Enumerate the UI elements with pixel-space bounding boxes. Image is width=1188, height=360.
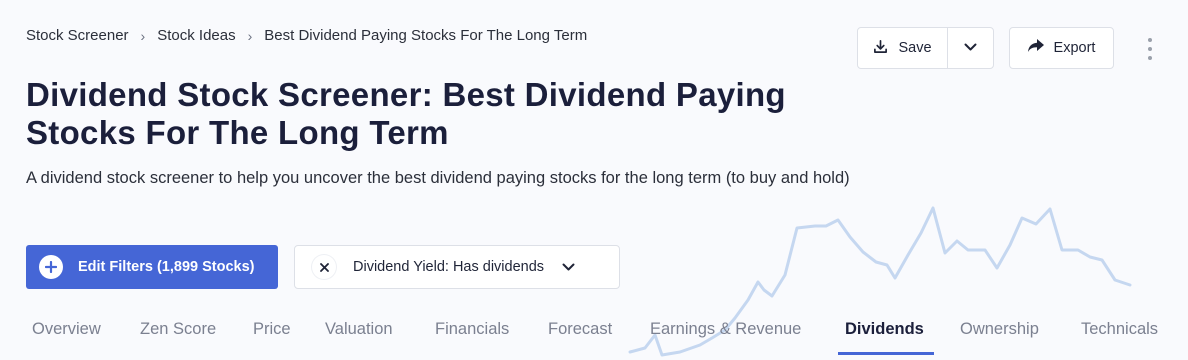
- save-button-label: Save: [898, 40, 932, 56]
- tab-zen-score[interactable]: Zen Score: [140, 320, 216, 339]
- tab-ownership[interactable]: Ownership: [960, 320, 1039, 339]
- tab-bar: Overview Zen Score Price Valuation Finan…: [0, 312, 1188, 360]
- share-arrow-icon: [1027, 39, 1044, 57]
- breadcrumb-separator: ›: [140, 27, 146, 44]
- breadcrumb-item-current: Best Dividend Paying Stocks For The Long…: [264, 27, 588, 44]
- kebab-menu-icon[interactable]: [1140, 38, 1160, 60]
- tab-overview[interactable]: Overview: [32, 320, 101, 339]
- page-title: Dividend Stock Screener: Best Dividend P…: [26, 76, 786, 151]
- edit-filters-label: Edit Filters (1,899 Stocks): [78, 259, 255, 275]
- breadcrumb: Stock Screener › Stock Ideas › Best Divi…: [26, 27, 587, 44]
- export-button-label: Export: [1053, 40, 1096, 56]
- tab-valuation[interactable]: Valuation: [325, 320, 393, 339]
- tab-financials[interactable]: Financials: [435, 320, 509, 339]
- filter-chip-label: Dividend Yield: Has dividends: [353, 259, 545, 275]
- download-icon: [873, 39, 888, 58]
- save-button[interactable]: Save: [858, 28, 948, 68]
- edit-filters-button[interactable]: Edit Filters (1,899 Stocks): [26, 245, 278, 289]
- breadcrumb-item-stock-screener[interactable]: Stock Screener: [26, 27, 129, 44]
- breadcrumb-separator: ›: [247, 27, 253, 44]
- chevron-down-icon[interactable]: [562, 263, 575, 272]
- tab-dividends[interactable]: Dividends: [845, 320, 924, 339]
- tab-forecast[interactable]: Forecast: [548, 320, 612, 339]
- plus-circle-icon: [39, 255, 63, 279]
- active-tab-indicator: [838, 352, 934, 355]
- close-icon[interactable]: [312, 255, 336, 279]
- chevron-down-icon: [964, 39, 977, 57]
- export-button[interactable]: Export: [1009, 27, 1114, 69]
- save-options-dropdown-button[interactable]: [948, 28, 993, 68]
- save-button-group: Save: [857, 27, 994, 69]
- tab-technicals[interactable]: Technicals: [1081, 320, 1158, 339]
- tab-price[interactable]: Price: [253, 320, 291, 339]
- page-description: A dividend stock screener to help you un…: [26, 169, 850, 187]
- tab-earnings-revenue[interactable]: Earnings & Revenue: [650, 320, 801, 339]
- filter-chip-dividend-yield[interactable]: Dividend Yield: Has dividends: [294, 245, 620, 289]
- breadcrumb-item-stock-ideas[interactable]: Stock Ideas: [157, 27, 235, 44]
